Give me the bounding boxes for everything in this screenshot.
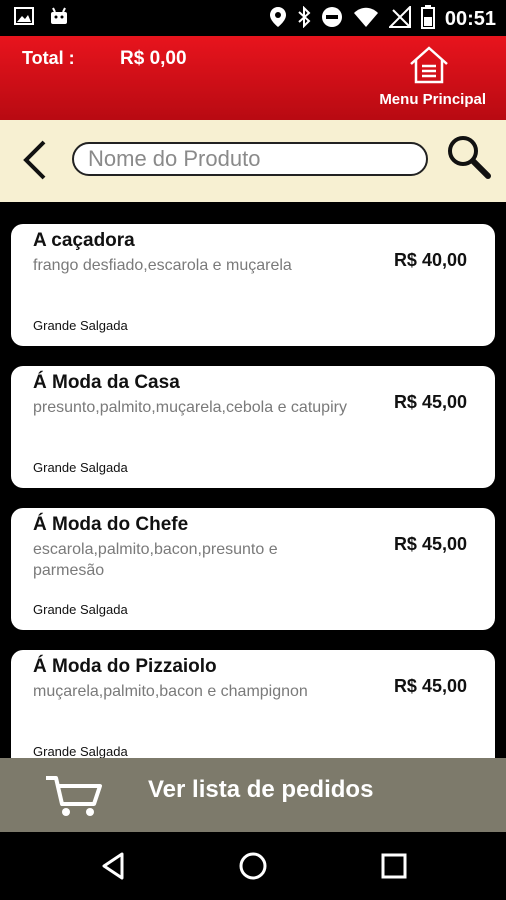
wifi-icon bbox=[353, 6, 379, 33]
system-nav-bar bbox=[0, 832, 506, 900]
nav-recents-button[interactable] bbox=[378, 850, 410, 882]
header-bar: Total : R$ 0,00 Menu Principal bbox=[0, 36, 506, 120]
product-price: R$ 45,00 bbox=[393, 676, 467, 696]
product-name: Á Moda da Casa bbox=[33, 372, 180, 393]
nav-back-icon bbox=[102, 852, 124, 880]
product-description: presunto,palmito,muçarela,cebola e catup… bbox=[33, 399, 347, 416]
menu-principal-label: Menu Principal bbox=[379, 91, 486, 108]
order-list-button[interactable]: Ver lista de pedidos bbox=[0, 758, 506, 832]
product-category: Grande Salgada bbox=[33, 744, 128, 758]
total-value: R$ 0,00 bbox=[120, 48, 187, 69]
nav-recents-icon bbox=[381, 853, 407, 879]
bluetooth-icon bbox=[297, 5, 311, 33]
back-arrow-icon bbox=[23, 140, 46, 180]
search-button[interactable] bbox=[444, 132, 492, 180]
nav-home-button[interactable] bbox=[237, 850, 269, 882]
android-icon bbox=[48, 6, 70, 31]
nav-back-button[interactable] bbox=[98, 850, 130, 882]
total-label: Total : bbox=[22, 48, 75, 68]
image-icon bbox=[14, 6, 34, 31]
product-category: Grande Salgada bbox=[33, 602, 128, 617]
product-category: Grande Salgada bbox=[33, 460, 128, 475]
product-name: Á Moda do Chefe bbox=[33, 514, 189, 535]
product-name: Á Moda do Pizzaiolo bbox=[33, 656, 217, 677]
product-list[interactable]: A caçadora frango desfiado,escarola e mu… bbox=[0, 204, 506, 758]
search-icon bbox=[448, 136, 491, 179]
product-price: R$ 40,00 bbox=[393, 250, 467, 270]
product-description: frango desfiado,escarola e muçarela bbox=[33, 257, 292, 274]
back-button[interactable] bbox=[18, 138, 52, 182]
shopping-cart-icon bbox=[46, 776, 102, 816]
product-card[interactable]: Á Moda do Chefe escarola,palmito,bacon,p… bbox=[11, 508, 495, 630]
product-card[interactable]: Á Moda da Casa presunto,palmito,muçarela… bbox=[11, 366, 495, 488]
do-not-disturb-icon bbox=[321, 6, 343, 33]
product-price: R$ 45,00 bbox=[393, 392, 467, 412]
nav-home-icon bbox=[239, 852, 267, 880]
clock: 00:51 bbox=[444, 8, 496, 30]
product-name: A caçadora bbox=[33, 230, 135, 251]
order-list-label: Ver lista de pedidos bbox=[148, 776, 374, 803]
status-bar: 00:51 bbox=[0, 0, 506, 36]
no-signal-icon bbox=[387, 4, 411, 33]
product-card[interactable]: A caçadora frango desfiado,escarola e mu… bbox=[11, 224, 495, 346]
product-description: muçarela,palmito,bacon e champignon bbox=[33, 683, 308, 700]
product-price: R$ 45,00 bbox=[393, 534, 467, 554]
battery-icon bbox=[420, 5, 435, 34]
home-menu-icon bbox=[410, 46, 448, 84]
menu-principal-button[interactable]: Menu Principal bbox=[358, 44, 488, 114]
product-search-input[interactable] bbox=[72, 142, 428, 176]
product-description: escarola,palmito,bacon,presunto e parmes… bbox=[33, 541, 278, 579]
product-card[interactable]: Á Moda do Pizzaiolo muçarela,palmito,bac… bbox=[11, 650, 495, 758]
location-icon bbox=[269, 6, 287, 33]
product-category: Grande Salgada bbox=[33, 318, 128, 333]
